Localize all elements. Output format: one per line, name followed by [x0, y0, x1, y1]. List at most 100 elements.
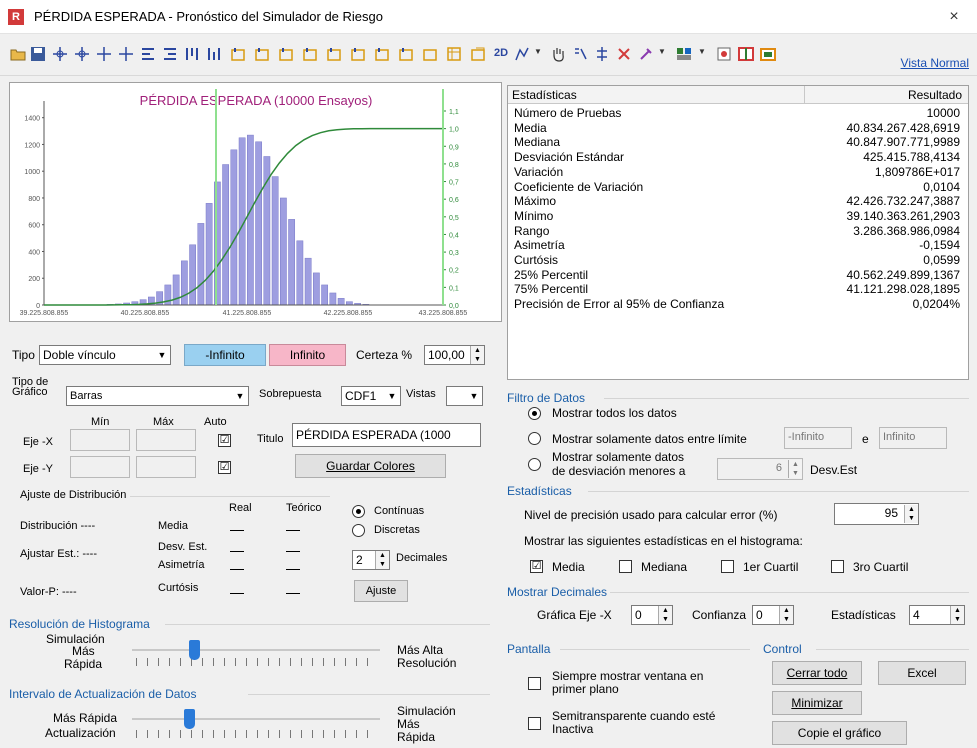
chart-style-11-icon[interactable]	[470, 46, 486, 62]
y2-tick-label: 0,0	[449, 303, 459, 310]
ejex-max-input[interactable]	[136, 429, 196, 451]
confianza-input[interactable]: 0 ▲ ▼	[752, 605, 794, 625]
color-dropdown-icon[interactable]: ▼	[658, 47, 666, 56]
close-icon[interactable]: ×	[931, 0, 977, 34]
pan-hand-icon[interactable]	[550, 46, 566, 62]
align-right-icon[interactable]	[162, 46, 178, 62]
sobrepuesta-select[interactable]: CDF1 ▼	[341, 386, 401, 406]
split-view-icon[interactable]	[738, 46, 754, 62]
excel-button[interactable]: Excel	[878, 661, 966, 685]
vistas-select[interactable]: ▼	[446, 386, 483, 406]
copie-grafico-button[interactable]: Copie el gráfico	[772, 721, 907, 745]
stat-name: Rango	[514, 223, 550, 238]
certeza-input[interactable]: 100,00 ▲ ▼	[424, 345, 485, 365]
cerrar-todo-button[interactable]: Cerrar todo	[772, 661, 862, 685]
valor-p-label: Valor-P: ----	[20, 586, 77, 598]
spin-icon[interactable]: ▲ ▼	[375, 551, 389, 569]
semitransparente-label-1: Semitransparente cuando esté	[552, 709, 716, 723]
semitransparente-checkbox[interactable]	[528, 717, 541, 730]
layout-icon[interactable]	[676, 46, 692, 62]
align-top-icon[interactable]	[184, 46, 200, 62]
move-down-icon[interactable]	[118, 46, 134, 62]
left-limit-button[interactable]: -Infinito	[184, 344, 266, 366]
desviacion-label-2: de desviación menores a	[552, 464, 686, 478]
align-left-icon[interactable]	[140, 46, 156, 62]
limite-inferior-input[interactable]: -Infinito	[784, 427, 852, 449]
ejey-max-input[interactable]	[136, 456, 196, 478]
chart-style-3-icon[interactable]	[278, 46, 294, 62]
grafico-select[interactable]: Barras ▼	[66, 386, 249, 406]
chart-style-10-icon[interactable]	[446, 46, 462, 62]
chart-type-icon[interactable]	[514, 46, 530, 62]
spin-icon[interactable]: ▲ ▼	[470, 346, 484, 364]
todos-datos-radio[interactable]	[528, 407, 541, 420]
q3-checkbox[interactable]	[831, 560, 844, 573]
ajuste-button[interactable]: Ajuste	[354, 580, 408, 602]
q1-checkbox[interactable]	[721, 560, 734, 573]
save-icon[interactable]	[30, 46, 46, 62]
stat-name: Máximo	[514, 194, 557, 209]
tipo-select[interactable]: Doble vínculo ▼	[39, 345, 171, 365]
col-header-result[interactable]: Resultado	[908, 88, 962, 102]
chart-style-6-icon[interactable]	[350, 46, 366, 62]
limite-superior-input[interactable]: Infinito	[879, 427, 947, 449]
x-tick-label: 39.225.808.855	[20, 310, 69, 317]
move-right-icon[interactable]	[74, 46, 90, 62]
ejey-min-input[interactable]	[70, 456, 130, 478]
continuas-radio[interactable]	[352, 505, 365, 518]
chart-style-7-icon[interactable]	[374, 46, 390, 62]
entre-limite-radio[interactable]	[528, 432, 541, 445]
chart-style-5-icon[interactable]	[326, 46, 342, 62]
guardar-colores-button[interactable]: Guardar Colores	[295, 454, 446, 478]
vista-normal-link[interactable]: Vista Normal	[901, 56, 969, 70]
ejex-min-input[interactable]	[70, 429, 130, 451]
stat-name: Asimetría	[514, 238, 565, 253]
intervalo-heading: Intervalo de Actualización de Datos	[9, 687, 197, 701]
remove-icon[interactable]	[616, 46, 632, 62]
chart-style-8-icon[interactable]	[398, 46, 414, 62]
open-folder-icon[interactable]	[10, 46, 26, 62]
desviacion-input[interactable]: 6 ▲ ▼	[717, 458, 803, 480]
media-checkbox[interactable]: ☑	[530, 560, 543, 573]
chart-style-9-icon[interactable]	[422, 46, 438, 62]
color-picker-icon[interactable]	[638, 46, 654, 62]
move-up-icon[interactable]	[96, 46, 112, 62]
spin-icon[interactable]: ▲ ▼	[788, 460, 802, 478]
ejex-auto-checkbox[interactable]: ☑	[218, 434, 231, 447]
primer-plano-checkbox[interactable]	[528, 677, 541, 690]
spin-icon[interactable]: ▲ ▼	[779, 606, 793, 624]
continuas-label: Contínuas	[374, 505, 425, 517]
snapshot-icon[interactable]	[716, 46, 732, 62]
align-bottom-icon[interactable]	[206, 46, 222, 62]
chart-style-2-icon[interactable]	[254, 46, 270, 62]
mediana-checkbox[interactable]	[619, 560, 632, 573]
window-icon[interactable]	[760, 46, 776, 62]
resolucion-slider[interactable]	[189, 640, 200, 660]
nivel-input[interactable]: 95 ▲ ▼	[834, 503, 919, 525]
right-limit-button[interactable]: Infinito	[269, 344, 346, 366]
titulo-input[interactable]: PÉRDIDA ESPERADA (1000	[292, 423, 481, 447]
spin-icon[interactable]: ▲ ▼	[950, 606, 964, 624]
desviacion-radio[interactable]	[528, 458, 541, 471]
move-left-icon[interactable]	[52, 46, 68, 62]
spin-icon[interactable]: ▲ ▼	[904, 505, 918, 523]
spin-icon[interactable]: ▲ ▼	[658, 606, 672, 624]
discretas-radio[interactable]	[352, 524, 365, 537]
2d-toggle[interactable]: 2D	[494, 47, 508, 59]
intervalo-slider[interactable]	[184, 709, 196, 729]
chart-style-4-icon[interactable]	[302, 46, 318, 62]
chart-type-dropdown-icon[interactable]: ▼	[534, 47, 542, 56]
delimiter-icon[interactable]	[594, 46, 610, 62]
est-decimales-input[interactable]: 4 ▲ ▼	[909, 605, 965, 625]
minimizar-button[interactable]: Minimizar	[772, 691, 862, 715]
col-header-stat[interactable]: Estadísticas	[512, 88, 577, 102]
chart-style-1-icon[interactable]	[230, 46, 246, 62]
layout-dropdown-icon[interactable]: ▼	[698, 47, 706, 56]
decimales-input[interactable]: 2 ▲ ▼	[352, 550, 390, 570]
primer-plano-label-1: Siempre mostrar ventana en	[552, 669, 704, 683]
histogram-bar	[181, 260, 188, 306]
ejex-decimales-input[interactable]: 0 ▲ ▼	[631, 605, 673, 625]
ejey-auto-checkbox[interactable]: ☑	[218, 461, 231, 474]
percentile-icon[interactable]	[572, 46, 588, 62]
histogram-bar	[197, 223, 205, 306]
